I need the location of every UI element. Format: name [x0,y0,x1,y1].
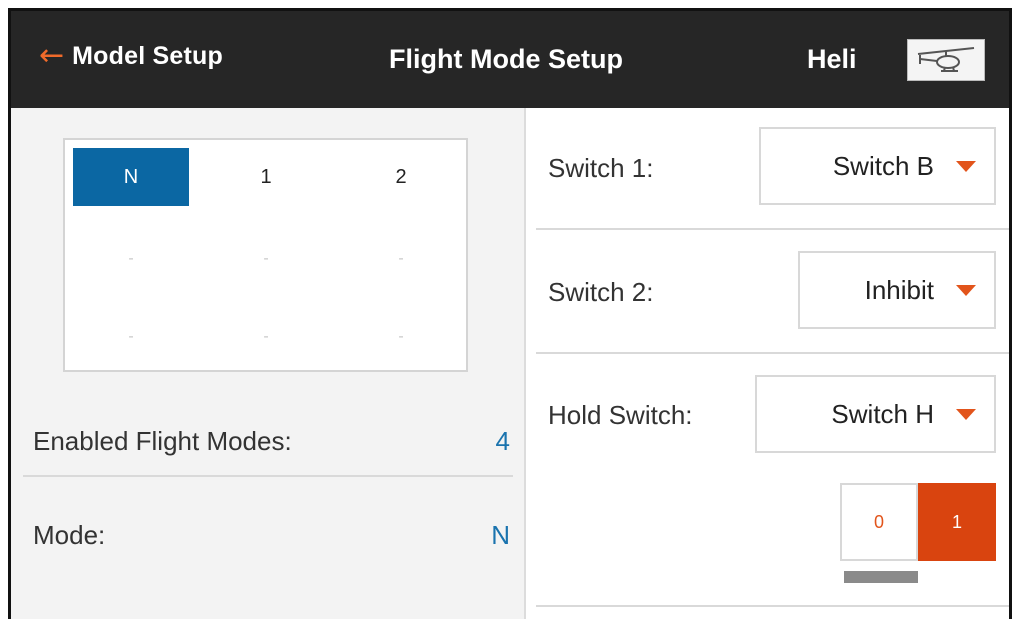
right-panel: Switch 1: Switch B Switch 2: Inhibit Hol… [524,108,1009,619]
mode-cell-n[interactable]: N [73,148,189,206]
page-title: Flight Mode Setup [389,44,623,74]
hold-switch-label: Hold Switch: [548,400,693,430]
mode-cell-empty: - [128,328,134,345]
back-button[interactable]: ← Model Setup [39,41,223,71]
mode-label: Mode: [33,520,106,550]
mode-cell-2[interactable]: 2 [343,148,459,206]
hold-switch-value: Switch H [831,398,934,429]
switch2-label: Switch 2: [548,277,654,307]
switch1-label: Switch 1: [548,153,654,183]
hold-switch-dropdown[interactable]: Switch H [755,375,996,453]
app-frame: ← Model Setup Flight Mode Setup Heli N 1… [8,8,1012,619]
hold-position-1[interactable]: 1 [918,483,996,561]
switch2-dropdown[interactable]: Inhibit [798,251,996,329]
switch2-value: Inhibit [864,274,934,305]
divider [536,228,1009,230]
back-label[interactable]: Model Setup [72,42,223,71]
switch1-dropdown[interactable]: Switch B [759,127,996,205]
switch-position-indicator [844,571,918,583]
mode-cell-empty: - [398,250,404,267]
dropdown-caret-icon [956,160,976,172]
switch1-value: Switch B [832,150,934,181]
model-name: Heli [807,44,857,74]
current-mode-value: N [491,520,510,550]
mode-cell-1[interactable]: 1 [208,148,324,206]
mode-cell-empty: - [263,328,269,345]
divider [536,605,1009,607]
divider [536,352,1009,354]
mode-cell-empty: - [263,250,269,267]
mode-cell-empty: - [398,328,404,345]
dropdown-caret-icon [956,284,976,296]
back-arrow-icon[interactable]: ← [39,41,64,71]
header-bar: ← Model Setup Flight Mode Setup Heli [11,11,1009,108]
enabled-modes-value[interactable]: 4 [496,426,510,457]
hold-position-0[interactable]: 0 [840,483,918,561]
enabled-modes-label: Enabled Flight Modes: [33,426,292,456]
dropdown-caret-icon [956,408,976,420]
helicopter-icon[interactable] [907,39,985,81]
left-panel: N 1 2 - - - - - - Enabled Flight Modes: … [11,108,524,619]
flight-mode-grid: N 1 2 - - - - - - [63,138,468,372]
divider [23,475,513,477]
mode-cell-empty: - [128,250,134,267]
hold-position-toggle[interactable]: 0 1 [840,483,996,561]
